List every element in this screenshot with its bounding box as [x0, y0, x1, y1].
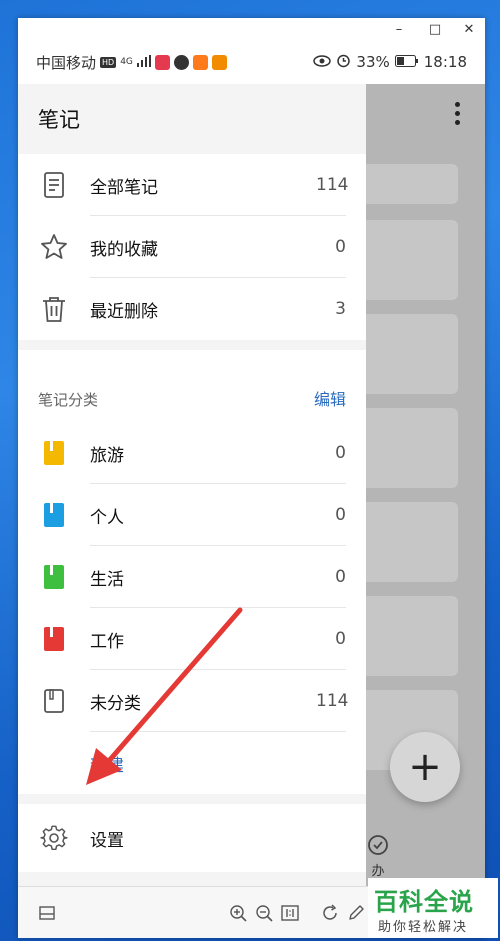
edit-categories-button[interactable]: 编辑 [314, 386, 346, 410]
category-item-uncategorized[interactable]: 未分类 114 [18, 670, 366, 732]
category-item-work[interactable]: 工作 0 [18, 608, 366, 670]
category-item-personal[interactable]: 个人 0 [18, 484, 366, 546]
watermark-title: 百科全说 [374, 888, 474, 916]
settings-label: 设置 [90, 830, 124, 851]
zoom-out-icon[interactable] [251, 900, 277, 926]
drawer-item-count: 3 [335, 299, 346, 319]
drawer-item-count: 0 [335, 237, 346, 257]
categories-group: 笔记分类 编辑 旅游 0 个人 0 生活 0 工作 0 未分类 114 新建 [18, 350, 366, 794]
more-options-icon[interactable] [455, 102, 461, 129]
add-note-button[interactable]: + [390, 732, 460, 802]
category-count: 0 [335, 505, 346, 525]
navigation-drawer: 笔记 全部笔记 114 我的收藏 0 最近删除 3 笔记分类 编辑 旅游 0 个… [18, 84, 366, 886]
app-notification-icon [211, 54, 227, 70]
category-section-title: 笔记分类 [38, 391, 99, 409]
app-notification-icon [192, 54, 208, 70]
window-titlebar: – □ ✕ [18, 18, 485, 40]
category-section-header: 笔记分类 编辑 [18, 350, 366, 422]
signal-icon [136, 53, 151, 71]
new-category-button[interactable]: 新建 [18, 732, 366, 794]
category-label: 旅游 [90, 445, 124, 466]
category-label: 生活 [90, 569, 124, 590]
battery-percent: 33% [356, 53, 390, 71]
todo-tab-label: 办 [371, 864, 385, 879]
trash-icon [18, 295, 90, 323]
actual-size-icon[interactable] [277, 900, 303, 926]
drawer-item-all-notes[interactable]: 全部笔记 114 [18, 154, 366, 216]
hd-badge: HD [100, 56, 117, 68]
gear-icon [18, 824, 90, 852]
note-icon [18, 171, 90, 199]
main-items-group: 全部笔记 114 我的收藏 0 最近删除 3 [18, 154, 366, 340]
watermark-logo: 百科全说 助你轻松解决 [368, 878, 498, 938]
rotate-icon[interactable] [317, 900, 343, 926]
notebook-icon [18, 564, 90, 590]
carrier-label: 中国移动 [36, 53, 97, 72]
todo-tab[interactable]: 办 [363, 834, 393, 879]
alarm-icon [336, 53, 351, 72]
drawer-item-label: 全部笔记 [90, 177, 158, 198]
close-button[interactable]: ✕ [455, 18, 483, 40]
battery-icon [394, 53, 419, 71]
eye-icon [313, 53, 332, 71]
notebook-icon [18, 626, 90, 652]
category-label: 未分类 [90, 693, 141, 714]
emulator-window: – □ ✕ 中国移动 HD 4G 33% 18:18 + 办 笔记 全部笔记 1… [18, 18, 485, 938]
category-label: 个人 [90, 507, 124, 528]
category-item-life[interactable]: 生活 0 [18, 546, 366, 608]
category-count: 0 [335, 629, 346, 649]
notebook-icon [18, 502, 90, 528]
drawer-item-favorites[interactable]: 我的收藏 0 [18, 216, 366, 278]
star-icon [18, 233, 90, 261]
clock: 18:18 [423, 53, 467, 71]
pen-icon[interactable] [343, 900, 369, 926]
phone-status-bar: 中国移动 HD 4G 33% 18:18 [18, 40, 485, 84]
drawer-title: 笔记 [38, 108, 80, 132]
drawer-item-count: 114 [316, 175, 349, 195]
settings-item[interactable]: 设置 [18, 804, 366, 872]
category-count: 114 [316, 691, 349, 711]
app-notification-icon [173, 54, 189, 70]
category-count: 0 [335, 443, 346, 463]
drawer-item-label: 最近删除 [90, 301, 158, 322]
notebook-outline-icon [18, 688, 90, 714]
layout-icon[interactable] [34, 900, 60, 926]
maximize-button[interactable]: □ [421, 18, 449, 40]
category-label: 工作 [90, 631, 124, 652]
watermark-subtitle: 助你轻松解决 [378, 920, 469, 935]
check-circle-icon [368, 835, 388, 855]
app-notification-icon [154, 54, 170, 70]
network-type: 4G [120, 57, 133, 67]
zoom-in-icon[interactable] [225, 900, 251, 926]
notebook-icon [18, 440, 90, 466]
drawer-item-label: 我的收藏 [90, 239, 158, 260]
category-count: 0 [335, 567, 346, 587]
minimize-button[interactable]: – [385, 18, 413, 40]
drawer-item-recently-deleted[interactable]: 最近删除 3 [18, 278, 366, 340]
category-item-travel[interactable]: 旅游 0 [18, 422, 366, 484]
